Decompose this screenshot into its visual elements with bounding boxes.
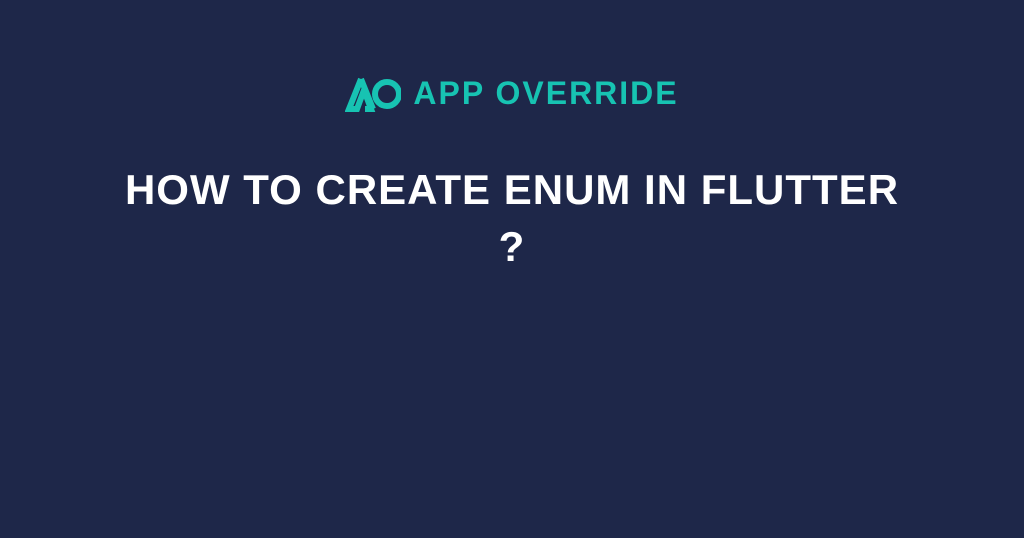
logo-mark-icon [345, 76, 401, 112]
page-headline: HOW TO CREATE ENUM IN FLUTTER ? [112, 162, 912, 275]
brand-logo: APP OVERRIDE [345, 75, 678, 112]
brand-name: APP OVERRIDE [413, 75, 678, 112]
